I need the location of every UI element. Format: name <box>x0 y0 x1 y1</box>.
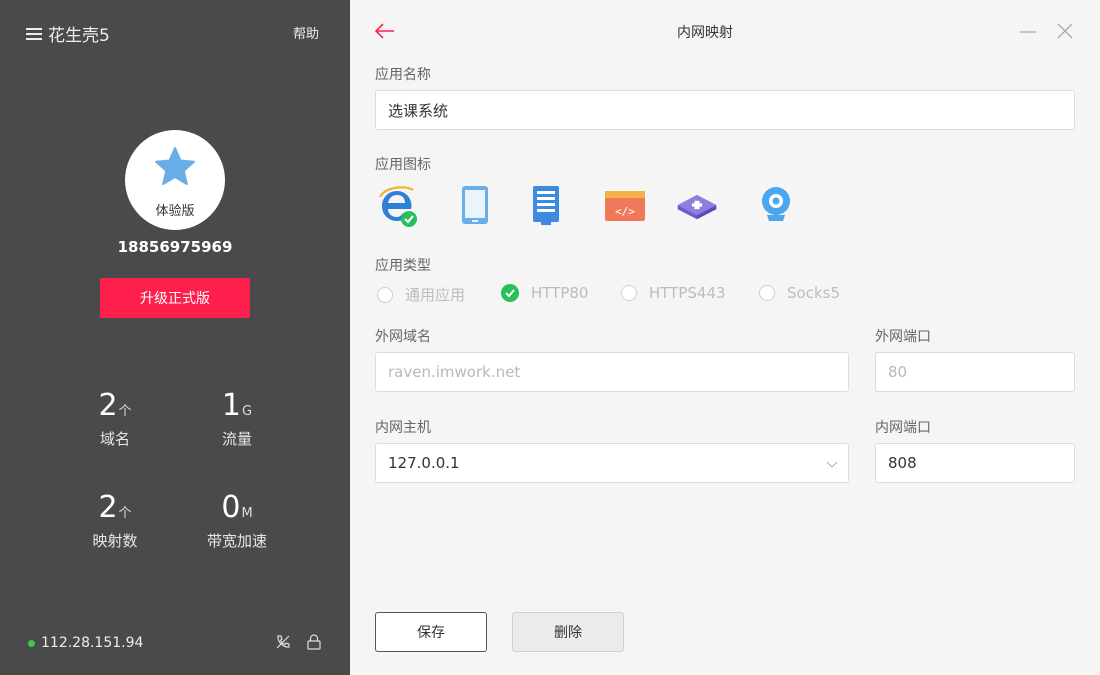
radio-label: HTTP80 <box>531 284 589 302</box>
radio-label: 通用应用 <box>405 286 466 304</box>
int-host-value: 127.0.0.1 <box>388 454 460 472</box>
ip-address: 112.28.151.94 <box>41 635 144 651</box>
stat-label: 流量 <box>221 430 252 448</box>
type-https443-radio[interactable]: HTTPS443 <box>621 284 726 302</box>
stat-value: 2 <box>98 490 118 525</box>
radio-label: HTTPS443 <box>649 284 726 302</box>
app-type-label: 应用类型 <box>375 258 431 274</box>
chevron-down-icon <box>826 461 838 468</box>
stat-bandwidth[interactable]: 0M 带宽加速 <box>177 490 297 551</box>
help-link[interactable]: 帮助 <box>293 23 319 42</box>
hamburger-icon <box>26 27 42 41</box>
stat-unit: M <box>241 506 253 521</box>
edition-label: 体验版 <box>155 204 195 219</box>
app-icon-label: 应用图标 <box>375 157 431 173</box>
app-name-label: 应用名称 <box>375 67 431 83</box>
ext-domain-input[interactable]: raven.imwork.net <box>375 352 849 392</box>
stat-value: 0 <box>221 490 241 525</box>
app-name-input[interactable]: 选课系统 <box>375 90 1075 130</box>
radio-unchecked-icon <box>621 285 637 301</box>
code-window-icon[interactable]: </> <box>604 183 646 227</box>
phone-off-icon[interactable] <box>274 633 292 651</box>
app-title: 花生壳5 <box>48 26 110 46</box>
online-dot-icon <box>28 639 35 647</box>
radio-unchecked-icon <box>759 285 775 301</box>
stat-unit: 个 <box>118 506 132 521</box>
stat-unit: G <box>242 404 253 419</box>
stat-value: 1 <box>221 388 241 423</box>
int-host-select[interactable]: 127.0.0.1 <box>375 443 849 483</box>
ie-browser-icon[interactable] <box>377 183 419 227</box>
int-port-value: 808 <box>888 454 917 472</box>
stat-value: 2 <box>98 388 118 423</box>
int-port-input[interactable]: 808 <box>875 443 1075 483</box>
upgrade-button[interactable]: 升级正式版 <box>100 278 250 318</box>
ip-status: 112.28.151.94 <box>28 635 143 651</box>
stat-label: 映射数 <box>92 532 138 550</box>
int-port-label: 内网端口 <box>875 420 931 436</box>
ext-port-value: 80 <box>888 363 908 381</box>
main-panel: 内网映射 应用名称 选课系统 应用图标 </> 应用类型 通用应用 HTTP80… <box>350 0 1100 675</box>
ext-domain-value: raven.imwork.net <box>388 363 521 381</box>
app-name-value: 选课系统 <box>388 101 449 120</box>
router-icon[interactable] <box>676 183 718 227</box>
menu-button[interactable]: 花生壳5 <box>26 21 110 46</box>
svg-text:</>: </> <box>615 205 635 218</box>
webcam-icon[interactable] <box>755 183 797 227</box>
minimize-icon[interactable] <box>1018 22 1038 42</box>
stat-label: 域名 <box>99 430 130 448</box>
ext-port-input[interactable]: 80 <box>875 352 1075 392</box>
star-icon <box>155 147 195 185</box>
int-host-label: 内网主机 <box>375 420 431 436</box>
radio-label: Socks5 <box>787 284 840 302</box>
stat-label: 带宽加速 <box>206 532 267 550</box>
stat-traffic[interactable]: 1G 流量 <box>177 388 297 449</box>
page-title: 内网映射 <box>677 25 733 41</box>
close-icon[interactable] <box>1055 21 1075 41</box>
avatar[interactable]: 体验版 <box>125 130 225 230</box>
type-socks5-radio[interactable]: Socks5 <box>759 284 840 302</box>
stat-unit: 个 <box>118 404 132 419</box>
delete-button[interactable]: 删除 <box>512 612 624 652</box>
type-general-radio[interactable]: 通用应用 <box>377 284 465 305</box>
stat-mappings[interactable]: 2个 映射数 <box>55 490 175 551</box>
save-button[interactable]: 保存 <box>375 612 487 652</box>
type-http80-radio[interactable]: HTTP80 <box>501 284 588 302</box>
radio-unchecked-icon <box>377 286 393 303</box>
ext-domain-label: 外网域名 <box>375 329 431 345</box>
stat-domains[interactable]: 2个 域名 <box>55 388 175 449</box>
ext-port-label: 外网端口 <box>875 329 931 345</box>
lock-icon[interactable] <box>305 633 323 651</box>
server-icon[interactable] <box>525 183 567 227</box>
radio-checked-icon <box>501 284 519 302</box>
account-phone: 18856975969 <box>117 238 233 256</box>
tablet-icon[interactable] <box>454 183 496 227</box>
sidebar: 花生壳5 帮助 体验版 18856975969 升级正式版 2个 域名 1G 流… <box>0 0 350 675</box>
